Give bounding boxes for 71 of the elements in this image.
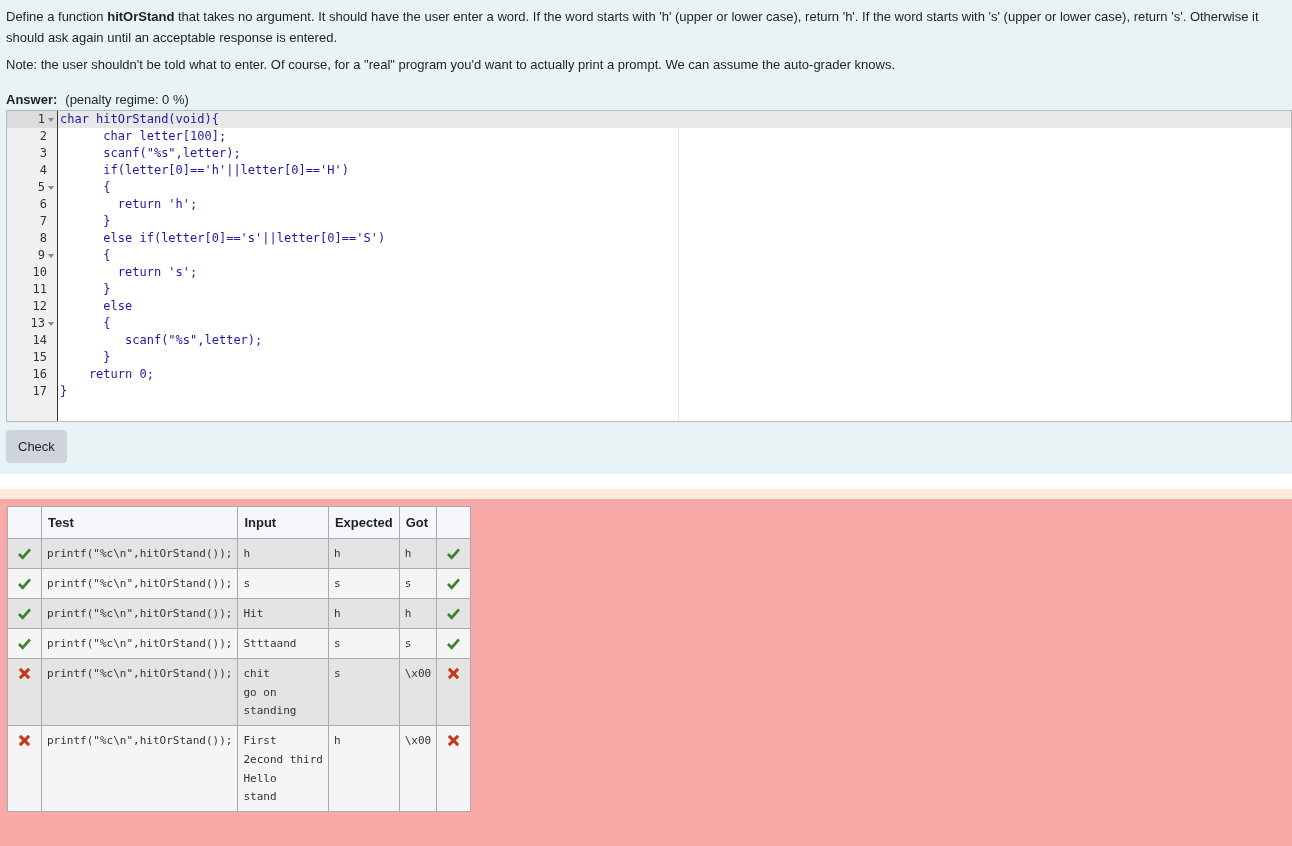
- table-cell: h: [328, 725, 400, 812]
- code-line: scanf("%s",letter);: [124, 332, 263, 349]
- table-cell: printf("%c\n",hitOrStand());: [41, 568, 238, 599]
- code-line: else: [102, 298, 133, 315]
- table-cell: s: [328, 568, 400, 599]
- table-cell: h: [237, 538, 329, 569]
- code-line: if(letter[0]=='h'||letter[0]=='H'): [102, 162, 349, 179]
- table-cell: s: [399, 628, 437, 659]
- table-cell: printf("%c\n",hitOrStand());: [41, 538, 238, 569]
- line-number: 8: [39, 230, 47, 247]
- table-cell: h: [328, 538, 400, 569]
- line-number: 15: [32, 349, 47, 366]
- table-cell: printf("%c\n",hitOrStand());: [41, 725, 238, 812]
- column-header: Input: [237, 506, 329, 539]
- fold-arrow-icon[interactable]: [48, 117, 54, 122]
- line-number: 17: [32, 383, 47, 400]
- line-number: 1: [37, 111, 45, 128]
- line-number: 5: [37, 179, 45, 196]
- table-cell: s: [328, 658, 400, 726]
- code-line: char letter[100];: [102, 128, 227, 145]
- table-cell: printf("%c\n",hitOrStand());: [41, 598, 238, 629]
- penalty-text: (penalty regime: 0 %): [65, 92, 189, 107]
- line-number: 4: [39, 162, 47, 179]
- check-button[interactable]: Check: [6, 430, 67, 463]
- table-cell: First 2econd third Hello stand: [237, 725, 329, 812]
- fold-arrow-icon[interactable]: [48, 321, 54, 326]
- line-number: 14: [32, 332, 47, 349]
- line-number: 12: [32, 298, 47, 315]
- line-number: 9: [37, 247, 45, 264]
- code-line: {: [102, 247, 111, 264]
- column-header: Got: [399, 506, 437, 539]
- code-line: scanf("%s",letter);: [102, 145, 241, 162]
- table-cell: printf("%c\n",hitOrStand());: [41, 658, 238, 726]
- table-cell: s: [399, 568, 437, 599]
- column-header: Test: [41, 506, 238, 539]
- code-line: }: [102, 213, 111, 230]
- fold-arrow-icon[interactable]: [48, 253, 54, 258]
- question-text: Note: the user shouldn't be told what to enter. Of course, for a "real" program you'd want to actually print a prompt. We can assume the auto-grader knows.: [6, 56, 897, 74]
- line-number: 3: [39, 145, 47, 162]
- table-cell: s: [328, 628, 400, 659]
- table-cell: s: [237, 568, 329, 599]
- table-cell: h: [399, 538, 437, 569]
- answer-label: Answer:: [6, 92, 58, 107]
- table-cell: h: [328, 598, 400, 629]
- code-line: {: [102, 315, 111, 332]
- code-line: else if(letter[0]=='s'||letter[0]=='S'): [102, 230, 386, 247]
- line-number: 6: [39, 196, 47, 213]
- table-cell: Hit: [237, 598, 329, 629]
- table-cell: printf("%c\n",hitOrStand());: [41, 628, 238, 659]
- line-number: 10: [32, 264, 47, 281]
- table-cell: \x00: [399, 658, 437, 726]
- code-editor[interactable]: [6, 110, 1292, 422]
- code-line: return 'h';: [116, 196, 198, 213]
- code-line: }: [102, 281, 111, 298]
- code-line: }: [102, 349, 111, 366]
- code-line: return 0;: [87, 366, 154, 383]
- column-header: Expected: [328, 506, 400, 539]
- question-text: Define a function hitOrStand that takes no argument. It should have the user enter a word. If the word starts with 'h' (upper or lower case), return 'h'. If the word starts with 's' (upper or lower case), return 's'. Otherwise it should ask again until an acceptable response is entered.: [6, 8, 1260, 47]
- table-cell: chit go on standing: [237, 658, 329, 726]
- line-number: 7: [39, 213, 47, 230]
- table-cell: h: [399, 598, 437, 629]
- table-cell: \x00: [399, 725, 437, 812]
- code-line: }: [59, 383, 68, 400]
- table-cell: Stttaand: [237, 628, 329, 659]
- fold-arrow-icon[interactable]: [48, 185, 54, 190]
- code-line: return 's';: [116, 264, 198, 281]
- code-line: {: [102, 179, 111, 196]
- line-number: 11: [32, 281, 47, 298]
- line-number: 13: [30, 315, 45, 332]
- line-number: 2: [39, 128, 47, 145]
- line-number: 16: [32, 366, 47, 383]
